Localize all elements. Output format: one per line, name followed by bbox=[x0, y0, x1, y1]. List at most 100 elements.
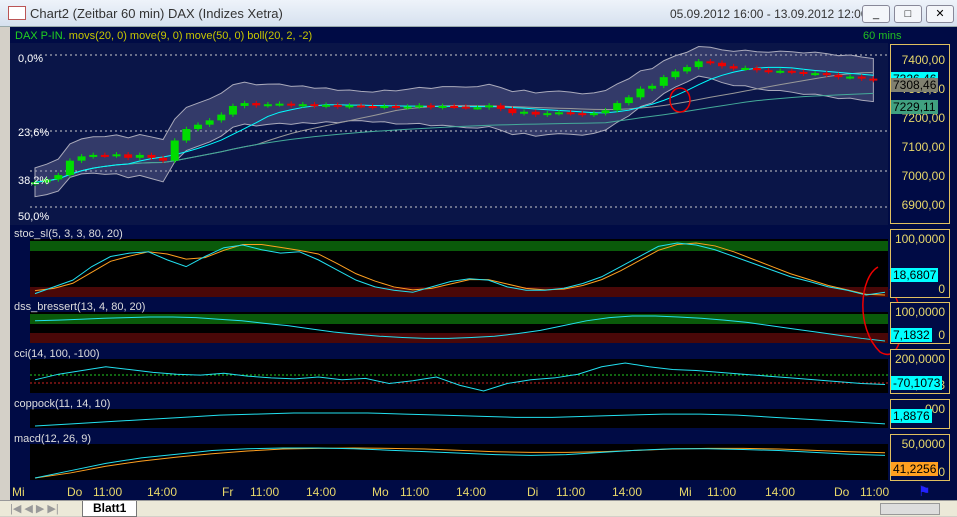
candle bbox=[776, 70, 785, 73]
time-tick: Do bbox=[834, 485, 850, 499]
candle bbox=[275, 103, 284, 106]
chart-area[interactable]: DAX P-IN. movs(20, 0) move(9, 0) move(50… bbox=[10, 27, 957, 500]
candle bbox=[170, 140, 179, 161]
candle bbox=[869, 78, 878, 81]
candle bbox=[857, 76, 866, 79]
candle bbox=[834, 74, 843, 78]
time-tick: Di bbox=[527, 485, 539, 499]
close-button[interactable]: ✕ bbox=[926, 5, 954, 23]
flag-icon[interactable]: ⚑ bbox=[918, 483, 931, 500]
candle bbox=[426, 105, 435, 108]
candle bbox=[461, 106, 470, 109]
fib-level: 38,2% bbox=[18, 175, 50, 187]
candle bbox=[578, 113, 587, 116]
panel-axis-tick: 100,0000 bbox=[894, 305, 945, 319]
candle bbox=[147, 154, 156, 158]
maximize-button[interactable]: □ bbox=[894, 5, 922, 23]
panel-title: stoc_sl(5, 3, 3, 80, 20) bbox=[14, 228, 123, 240]
candle bbox=[228, 105, 237, 115]
price-tick: 6900,00 bbox=[901, 198, 945, 212]
time-tick: Do bbox=[67, 485, 83, 499]
candle bbox=[485, 105, 494, 108]
panel-axis-tick: 50,0000 bbox=[901, 437, 945, 451]
time-tick: 11:00 bbox=[250, 485, 280, 499]
main-chart-header: DAX P-IN. movs(20, 0) move(9, 0) move(50… bbox=[15, 30, 312, 42]
sheet-bar: |◀ ◀ ▶ ▶| Blatt1 bbox=[0, 500, 957, 517]
time-tick: Fr bbox=[222, 485, 234, 499]
time-tick: 11:00 bbox=[400, 485, 430, 499]
fib-level: 0,0% bbox=[18, 53, 44, 65]
chart-app-icon bbox=[8, 6, 26, 20]
price-axis[interactable]: 7400,00 7300,00 7200,00 7100,00 7000,00 … bbox=[890, 44, 950, 224]
candle bbox=[357, 105, 366, 108]
price-tag-ma50: 7229,11 bbox=[891, 100, 938, 114]
candle bbox=[659, 77, 668, 86]
panel-value-tag: 41,2256 bbox=[891, 462, 939, 476]
time-tick: 11:00 bbox=[860, 485, 890, 499]
panel-axis-tick: 0 bbox=[938, 328, 945, 342]
candle bbox=[496, 105, 505, 109]
panel-axis-tick: 200,0000 bbox=[894, 352, 945, 366]
candle bbox=[531, 111, 540, 115]
panel-axis-tick: 100,0000 bbox=[894, 232, 945, 246]
overbought-zone bbox=[30, 241, 888, 251]
sheet-nav-arrows[interactable]: |◀ ◀ ▶ ▶| bbox=[10, 502, 59, 515]
candle bbox=[671, 71, 680, 78]
candle bbox=[473, 107, 482, 110]
panel-value-tag: -70,1073 bbox=[891, 376, 943, 390]
candle bbox=[65, 160, 74, 176]
time-tick: 14:00 bbox=[306, 485, 337, 499]
panel-value-tag: 7,1832 bbox=[891, 327, 932, 342]
price-tick: 7400,00 bbox=[901, 53, 945, 67]
candle bbox=[601, 110, 610, 114]
sheet-tab-blatt1[interactable]: Blatt1 bbox=[82, 501, 138, 517]
time-tick: 14:00 bbox=[765, 485, 796, 499]
fib-level: 23,6% bbox=[18, 127, 50, 139]
minimize-button[interactable]: _ bbox=[862, 5, 890, 23]
title-bar: Chart2 (Zeitbar 60 min) DAX (Indizes Xet… bbox=[0, 0, 957, 27]
chart-canvas[interactable] bbox=[10, 27, 957, 500]
candle bbox=[636, 88, 645, 98]
panel-title: macd(12, 26, 9) bbox=[14, 433, 92, 445]
studies-list: movs(20, 0) move(9, 0) move(50, 0) boll(… bbox=[68, 30, 313, 42]
candle bbox=[182, 129, 191, 141]
candle bbox=[380, 105, 389, 108]
candle bbox=[368, 105, 377, 108]
date-range: 05.09.2012 16:00 - 13.09.2012 12:00 bbox=[670, 7, 868, 21]
candle bbox=[648, 85, 657, 89]
price-tag-ma: 7308,46 bbox=[891, 78, 939, 92]
window-title: Chart2 (Zeitbar 60 min) DAX (Indizes Xet… bbox=[30, 6, 283, 21]
candle bbox=[799, 71, 808, 74]
candle bbox=[566, 112, 575, 115]
candle bbox=[310, 104, 319, 107]
candle bbox=[683, 67, 692, 72]
candle bbox=[100, 154, 109, 157]
candle bbox=[811, 73, 820, 76]
candle bbox=[764, 70, 773, 73]
candle bbox=[415, 105, 424, 108]
candle bbox=[205, 120, 214, 125]
candle bbox=[508, 108, 517, 114]
candle bbox=[520, 111, 529, 114]
candle bbox=[194, 124, 203, 129]
panel-axis-tick: 0 bbox=[938, 282, 945, 296]
candle bbox=[77, 156, 86, 161]
candle bbox=[787, 70, 796, 73]
candle bbox=[217, 114, 226, 121]
candle bbox=[822, 73, 831, 76]
time-tick: 14:00 bbox=[612, 485, 643, 499]
candle bbox=[240, 103, 249, 106]
candle bbox=[706, 61, 715, 64]
candle bbox=[717, 62, 726, 67]
candle bbox=[345, 105, 354, 108]
time-tick: 14:00 bbox=[147, 485, 178, 499]
horizontal-scrollbar[interactable] bbox=[880, 503, 940, 515]
candle bbox=[287, 103, 296, 106]
time-tick: Mi bbox=[12, 485, 25, 499]
candle bbox=[54, 175, 63, 180]
candle bbox=[846, 76, 855, 79]
candle bbox=[322, 104, 331, 107]
panel-axis[interactable]: 100,0000 0 bbox=[890, 229, 950, 298]
panel-value-tag: 1,8876 bbox=[891, 409, 932, 423]
candle bbox=[450, 105, 459, 108]
